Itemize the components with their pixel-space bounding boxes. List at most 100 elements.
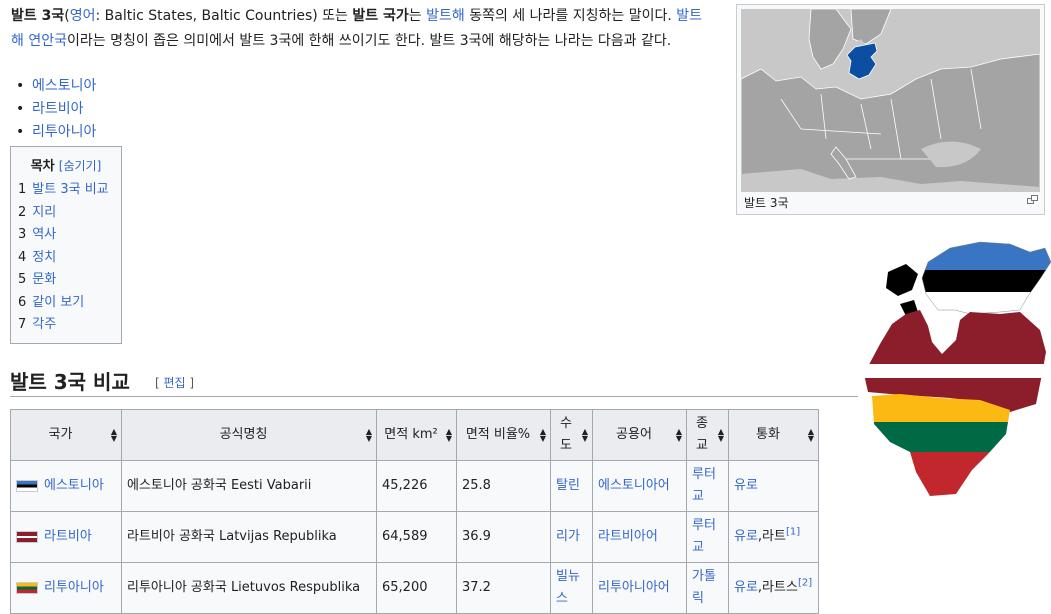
toc-title: 목차 xyxy=(30,159,55,174)
sort-icon[interactable]: ▲ ▼ xyxy=(111,428,117,443)
religion-cell: 가톨릭 xyxy=(686,562,729,614)
column-header[interactable]: 국가 ▲ ▼ xyxy=(10,409,122,461)
toc-item[interactable]: 4 정치 xyxy=(18,247,121,270)
column-header[interactable]: 공식명칭 ▲ ▼ xyxy=(121,409,377,461)
religion-link[interactable]: 루터교 xyxy=(692,467,716,504)
latvia-flag-icon xyxy=(16,530,38,543)
estonia-flag-icon xyxy=(16,479,38,492)
list-item: 리투아니아 xyxy=(16,121,96,144)
official-name-cell: 라트비아 공화국 Latvijas Republika xyxy=(121,511,377,563)
capital-cell: 탈린 xyxy=(550,460,593,512)
capital-link[interactable]: 탈린 xyxy=(556,478,580,493)
currency-extra: ,라트 xyxy=(757,529,786,544)
toc-number: 6 xyxy=(18,294,27,310)
toc-header: 목차 [숨기기] xyxy=(11,155,121,175)
map-thumbnail: 발트 3국 xyxy=(736,4,1045,215)
footnote-link[interactable]: [2] xyxy=(798,578,812,589)
toc-item[interactable]: 2 지리 xyxy=(18,202,121,225)
toc-number: 7 xyxy=(18,317,27,332)
sort-icon[interactable]: ▲ ▼ xyxy=(808,428,814,443)
capital-cell: 빌뉴스 xyxy=(550,562,593,614)
edit-bracket: [ xyxy=(155,376,164,390)
capital-cell: 리가 xyxy=(550,511,593,563)
official-name-cell: 리투아니아 공화국 Lietuvos Respublika xyxy=(121,562,377,614)
baltic-flag-map xyxy=(860,234,1051,498)
europe-locator-map[interactable] xyxy=(741,9,1040,192)
toc-link[interactable]: 같이 보기 xyxy=(32,295,84,310)
currency-link[interactable]: 유로 xyxy=(734,529,758,544)
currency-cell: 유로,라트스[2] xyxy=(728,562,819,614)
toc-link[interactable]: 역사 xyxy=(32,227,56,242)
sort-icon[interactable]: ▲ ▼ xyxy=(366,428,372,443)
lithuania-flag-icon xyxy=(16,581,38,594)
toc-link[interactable]: 각주 xyxy=(32,317,56,332)
link-baltic-sea[interactable]: 발트해 xyxy=(426,8,465,24)
toc-item[interactable]: 6 같이 보기 xyxy=(18,292,121,315)
section-edit: [ 편집 ] xyxy=(155,374,194,391)
link-estonia[interactable]: 에스토니아 xyxy=(32,78,96,94)
footnote-link[interactable]: [1] xyxy=(786,527,800,538)
country-cell: 리투아니아 xyxy=(10,562,122,614)
toc-link[interactable]: 문화 xyxy=(32,272,56,287)
enlarge-icon[interactable] xyxy=(1027,194,1038,207)
intro-paragraph: 발트 3국(영어: Baltic States, Baltic Countrie… xyxy=(11,4,711,54)
table-row: 리투아니아 리투아니아 공화국 Lietuvos Respublika 65,2… xyxy=(10,562,819,614)
comparison-table: 국가 ▲ ▼ 공식명칭 ▲ ▼ 면적 km² ▲ ▼ 면적 비율% ▲ ▼ 수도 ▲ ▼ 공용어 ▲ ▼… xyxy=(10,409,819,614)
column-header[interactable]: 수도 ▲ ▼ xyxy=(550,409,593,461)
country-cell: 에스토니아 xyxy=(10,460,122,512)
religion-link[interactable]: 가톨릭 xyxy=(692,569,716,606)
sort-icon[interactable]: ▲ ▼ xyxy=(718,428,724,443)
sort-icon[interactable]: ▲ ▼ xyxy=(446,428,452,443)
column-header[interactable]: 면적 km² ▲ ▼ xyxy=(376,409,457,461)
language-cell: 리투아니아어 xyxy=(592,562,687,614)
country-link[interactable]: 라트비아 xyxy=(44,529,92,544)
official-name-cell: 에스토니아 공화국 Eesti Vabarii xyxy=(121,460,377,512)
capital-link[interactable]: 리가 xyxy=(556,529,580,544)
religion-link[interactable]: 루터교 xyxy=(692,518,716,555)
toc-item[interactable]: 5 문화 xyxy=(18,269,121,292)
toc-number: 3 xyxy=(18,227,27,242)
sort-icon[interactable]: ▲ ▼ xyxy=(676,428,682,443)
toc-item[interactable]: 7 각주 xyxy=(18,314,121,337)
ratio-cell: 25.8 xyxy=(456,460,551,512)
currency-link[interactable]: 유로 xyxy=(734,478,758,493)
language-link[interactable]: 라트비아어 xyxy=(598,529,658,544)
language-cell: 라트비아어 xyxy=(592,511,687,563)
sort-icon[interactable]: ▲ ▼ xyxy=(582,428,588,443)
toc-item[interactable]: 1 발트 3국 비교 xyxy=(18,179,121,202)
area-cell: 45,226 xyxy=(376,460,457,512)
toc-link[interactable]: 정치 xyxy=(32,250,56,265)
country-cell: 라트비아 xyxy=(10,511,122,563)
column-header[interactable]: 면적 비율% ▲ ▼ xyxy=(456,409,551,461)
capital-link[interactable]: 빌뉴스 xyxy=(556,569,580,606)
toc-link[interactable]: 발트 3국 비교 xyxy=(32,182,108,197)
religion-cell: 루터교 xyxy=(686,460,729,512)
toc-hide-toggle[interactable]: [숨기기] xyxy=(59,159,101,173)
link-latvia[interactable]: 라트비아 xyxy=(32,101,84,117)
table-header-row: 국가 ▲ ▼ 공식명칭 ▲ ▼ 면적 km² ▲ ▼ 면적 비율% ▲ ▼ 수도 ▲ ▼ 공용어 ▲ ▼… xyxy=(10,409,819,461)
article-subject-alt: 발트 국가 xyxy=(352,8,409,24)
column-header[interactable]: 통화 ▲ ▼ xyxy=(728,409,819,461)
edit-link[interactable]: 편집 xyxy=(164,376,186,390)
sort-icon[interactable]: ▲ ▼ xyxy=(540,428,546,443)
ratio-cell: 36.9 xyxy=(456,511,551,563)
table-row: 라트비아 라트비아 공화국 Latvijas Republika 64,589 … xyxy=(10,511,819,563)
toc-item[interactable]: 3 역사 xyxy=(18,224,121,247)
ratio-cell: 37.2 xyxy=(456,562,551,614)
toc-link[interactable]: 지리 xyxy=(32,205,56,220)
table-of-contents: 목차 [숨기기] 1 발트 3국 비교 2 지리 3 역사 4 정치 5 문화 6 같이 보… xyxy=(10,146,122,344)
country-link[interactable]: 에스토니아 xyxy=(44,478,104,493)
area-cell: 65,200 xyxy=(376,562,457,614)
toc-list: 1 발트 3국 비교 2 지리 3 역사 4 정치 5 문화 6 같이 보기 7 각주 xyxy=(11,179,121,337)
area-cell: 64,589 xyxy=(376,511,457,563)
column-header[interactable]: 공용어 ▲ ▼ xyxy=(592,409,687,461)
country-list: 에스토니아 라트비아 리투아니아 xyxy=(16,75,96,144)
section-divider xyxy=(10,396,858,397)
column-header[interactable]: 종교 ▲ ▼ xyxy=(686,409,729,461)
link-english[interactable]: 영어 xyxy=(70,8,96,24)
religion-cell: 루터교 xyxy=(686,511,729,563)
link-lithuania[interactable]: 리투아니아 xyxy=(32,124,96,140)
language-link[interactable]: 에스토니아어 xyxy=(598,478,670,493)
currency-cell: 유로 xyxy=(728,460,819,512)
intro-text: 동쪽의 세 나라를 지칭하는 말이다. xyxy=(464,8,677,24)
